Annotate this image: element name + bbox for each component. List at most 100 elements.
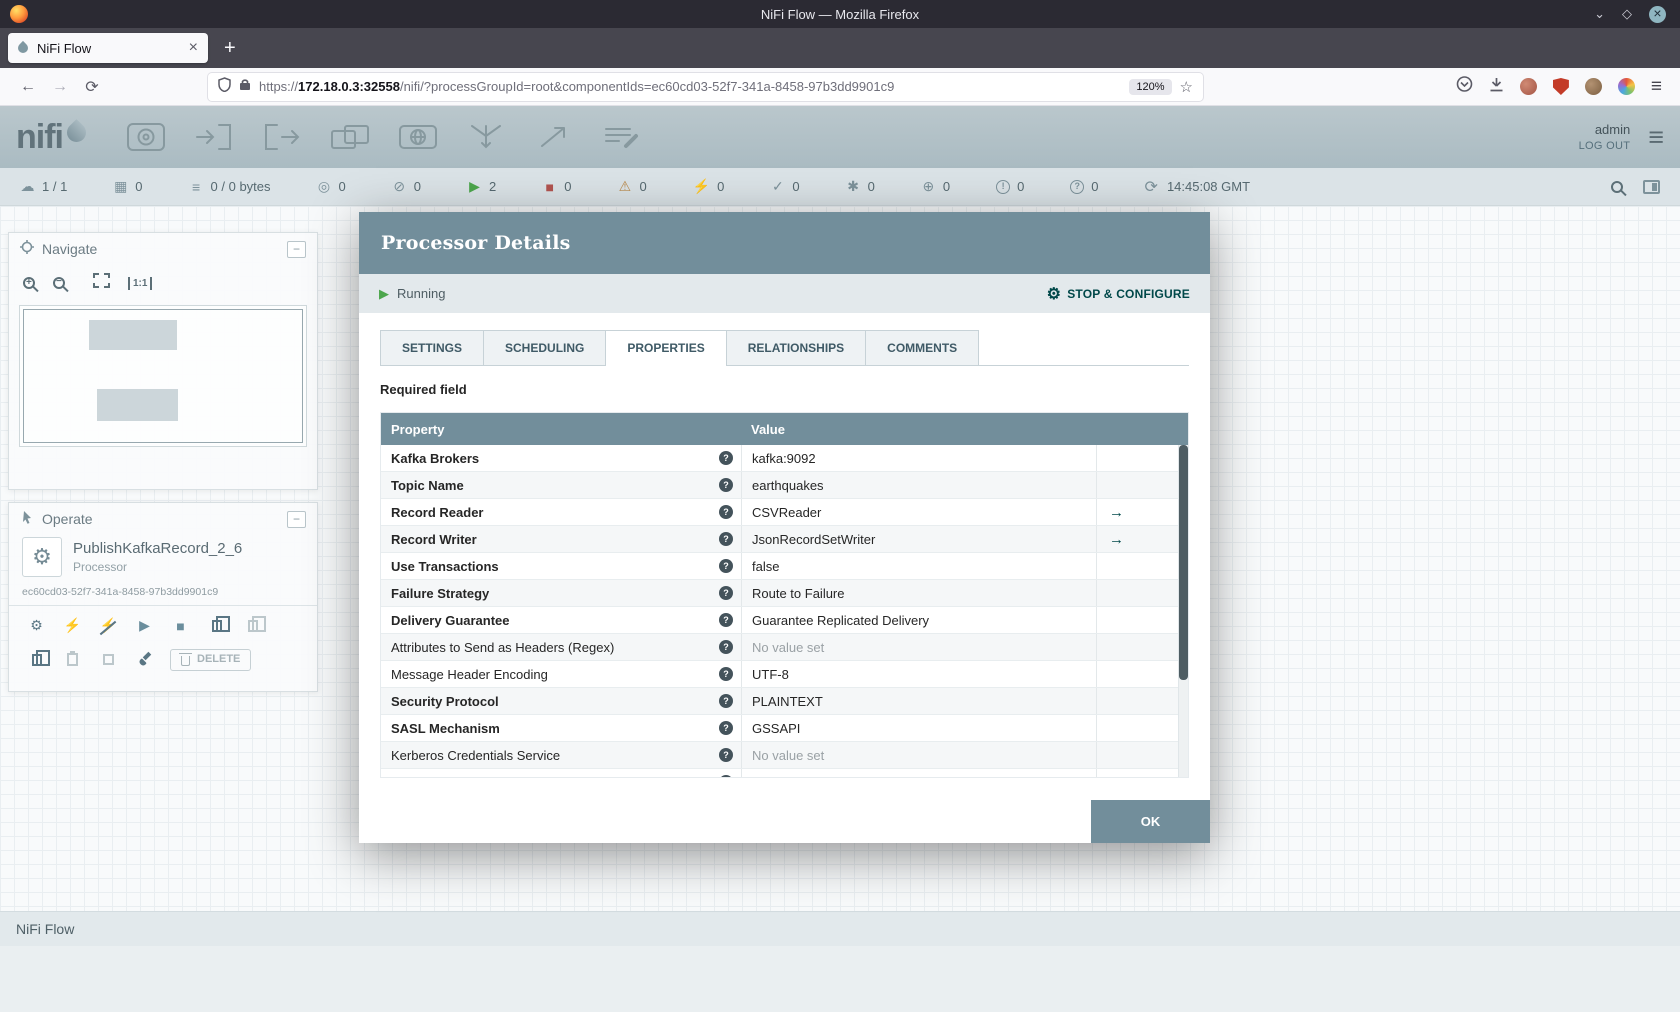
property-row[interactable]: Security Protocol ? PLAINTEXT → bbox=[381, 688, 1188, 715]
stop-button[interactable]: ■ bbox=[166, 613, 195, 638]
property-value[interactable]: GSSAPI bbox=[741, 715, 1096, 741]
property-row[interactable]: ? → bbox=[381, 769, 1188, 777]
configure-button[interactable]: ⚙ bbox=[22, 613, 51, 638]
url-bar[interactable]: https://172.18.0.3:32558/nifi/?processGr… bbox=[208, 72, 1203, 101]
shield-icon[interactable] bbox=[218, 76, 231, 97]
stop-configure-button[interactable]: ⚙ STOP & CONFIGURE bbox=[1047, 284, 1190, 304]
window-maximize-icon[interactable]: ◇ bbox=[1622, 6, 1632, 22]
property-value[interactable]: JsonRecordSetWriter bbox=[741, 526, 1096, 552]
zoom-actual-size-icon[interactable]: 1:1 bbox=[128, 276, 153, 290]
help-icon[interactable]: ? bbox=[719, 478, 733, 492]
fill-color-button[interactable] bbox=[130, 647, 159, 672]
help-icon[interactable]: ? bbox=[719, 505, 733, 519]
window-close-icon[interactable]: × bbox=[1649, 5, 1666, 23]
help-icon[interactable]: ? bbox=[719, 775, 733, 777]
go-to-service-icon[interactable]: → bbox=[1109, 504, 1124, 521]
label-icon[interactable] bbox=[600, 120, 644, 154]
property-row[interactable]: Record Writer ? JsonRecordSetWriter → bbox=[381, 526, 1188, 553]
pocket-icon[interactable] bbox=[1456, 76, 1473, 97]
go-to-service-icon[interactable]: → bbox=[1109, 531, 1124, 548]
property-value[interactable]: No value set bbox=[741, 634, 1096, 660]
output-port-icon[interactable] bbox=[260, 120, 304, 154]
global-menu-icon[interactable]: ≡ bbox=[1648, 123, 1664, 151]
property-row[interactable]: Use Transactions ? false → bbox=[381, 553, 1188, 580]
help-icon[interactable]: ? bbox=[719, 748, 733, 762]
back-button[interactable]: ← bbox=[12, 78, 44, 96]
property-row[interactable]: Attributes to Send as Headers (Regex) ? … bbox=[381, 634, 1188, 661]
account-avatar-icon[interactable] bbox=[1519, 78, 1537, 95]
property-value[interactable]: No value set bbox=[741, 742, 1096, 768]
help-icon[interactable]: ? bbox=[719, 667, 733, 681]
property-row[interactable]: Topic Name ? earthquakes → bbox=[381, 472, 1188, 499]
browser-tab-nifi-flow[interactable]: NiFi Flow × bbox=[8, 33, 208, 63]
start-button[interactable]: ▶ bbox=[130, 613, 159, 638]
remote-process-group-icon[interactable] bbox=[396, 120, 440, 154]
help-icon[interactable]: ? bbox=[719, 451, 733, 465]
group-button[interactable] bbox=[94, 647, 123, 672]
property-row[interactable]: Kafka Brokers ? kafka:9092 → bbox=[381, 445, 1188, 472]
table-scrollbar[interactable] bbox=[1178, 445, 1188, 777]
paste-button[interactable] bbox=[58, 647, 87, 672]
birdseye-minimap[interactable] bbox=[19, 305, 307, 447]
funnel-icon[interactable] bbox=[464, 120, 508, 154]
help-icon[interactable]: ? bbox=[719, 640, 733, 654]
reload-button[interactable]: ⟳ bbox=[76, 77, 108, 97]
property-value[interactable]: CSVReader bbox=[741, 499, 1096, 525]
processor-icon[interactable] bbox=[124, 120, 168, 154]
enable-button[interactable]: ⚡ bbox=[58, 613, 87, 638]
tab-settings[interactable]: SETTINGS bbox=[380, 330, 485, 365]
refresh-icon[interactable]: ⟳ bbox=[1145, 177, 1158, 197]
extension-pinwheel-icon[interactable] bbox=[1617, 78, 1635, 95]
tab-scheduling[interactable]: SCHEDULING bbox=[483, 330, 607, 365]
help-icon[interactable]: ? bbox=[719, 559, 733, 573]
disable-button[interactable]: ⚡ bbox=[94, 613, 123, 638]
help-icon[interactable]: ? bbox=[719, 613, 733, 627]
zoom-fit-icon[interactable] bbox=[93, 273, 110, 293]
breadcrumb[interactable]: NiFi Flow bbox=[16, 921, 74, 937]
zoom-out-icon[interactable] bbox=[53, 276, 65, 289]
upload-template-icon[interactable] bbox=[238, 613, 267, 638]
property-value[interactable]: kafka:9092 bbox=[741, 445, 1096, 471]
property-row[interactable]: Failure Strategy ? Route to Failure → bbox=[381, 580, 1188, 607]
bookmark-star-icon[interactable]: ☆ bbox=[1180, 78, 1193, 96]
copy-button[interactable] bbox=[22, 647, 51, 672]
property-value[interactable]: false bbox=[741, 553, 1096, 579]
tab-close-icon[interactable]: × bbox=[189, 39, 198, 57]
forward-button[interactable]: → bbox=[44, 78, 76, 96]
tab-properties[interactable]: PROPERTIES bbox=[605, 330, 727, 366]
property-row[interactable]: SASL Mechanism ? GSSAPI → bbox=[381, 715, 1188, 742]
browser-menu-icon[interactable]: ≡ bbox=[1651, 76, 1662, 98]
delete-button[interactable]: DELETE bbox=[170, 648, 252, 671]
zoom-level-badge[interactable]: 120% bbox=[1129, 78, 1172, 95]
property-row[interactable]: Message Header Encoding ? UTF-8 → bbox=[381, 661, 1188, 688]
zoom-in-icon[interactable] bbox=[23, 277, 35, 289]
ublock-extension-icon[interactable] bbox=[1552, 78, 1569, 95]
help-icon[interactable]: ? bbox=[719, 721, 733, 735]
scrollbar-thumb[interactable] bbox=[1179, 445, 1188, 680]
operate-collapse-button[interactable]: − bbox=[287, 510, 306, 528]
help-icon[interactable]: ? bbox=[719, 694, 733, 708]
input-port-icon[interactable] bbox=[192, 120, 236, 154]
profile-avatar-icon[interactable] bbox=[1584, 78, 1602, 95]
navigate-collapse-button[interactable]: − bbox=[287, 240, 306, 258]
tab-comments[interactable]: COMMENTS bbox=[865, 330, 980, 365]
ok-button[interactable]: OK bbox=[1091, 800, 1210, 843]
property-value[interactable]: PLAINTEXT bbox=[741, 688, 1096, 714]
panel-toggle-icon[interactable] bbox=[1643, 179, 1660, 194]
property-value[interactable]: earthquakes bbox=[741, 472, 1096, 498]
property-row[interactable]: Record Reader ? CSVReader → bbox=[381, 499, 1188, 526]
logout-link[interactable]: LOG OUT bbox=[1579, 140, 1631, 152]
window-minimize-icon[interactable]: ⌄ bbox=[1594, 6, 1605, 22]
search-icon[interactable] bbox=[1611, 180, 1623, 193]
property-value[interactable]: Guarantee Replicated Delivery bbox=[741, 607, 1096, 633]
download-icon[interactable] bbox=[1489, 77, 1504, 97]
property-row[interactable]: Delivery Guarantee ? Guarantee Replicate… bbox=[381, 607, 1188, 634]
property-row[interactable]: Kerberos Credentials Service ? No value … bbox=[381, 742, 1188, 769]
property-value[interactable]: Route to Failure bbox=[741, 580, 1096, 606]
tab-relationships[interactable]: RELATIONSHIPS bbox=[725, 330, 867, 365]
help-icon[interactable]: ? bbox=[719, 586, 733, 600]
template-icon[interactable] bbox=[532, 120, 576, 154]
new-tab-button[interactable]: + bbox=[224, 37, 236, 60]
create-template-icon[interactable] bbox=[202, 613, 231, 638]
property-value[interactable] bbox=[741, 769, 1096, 777]
